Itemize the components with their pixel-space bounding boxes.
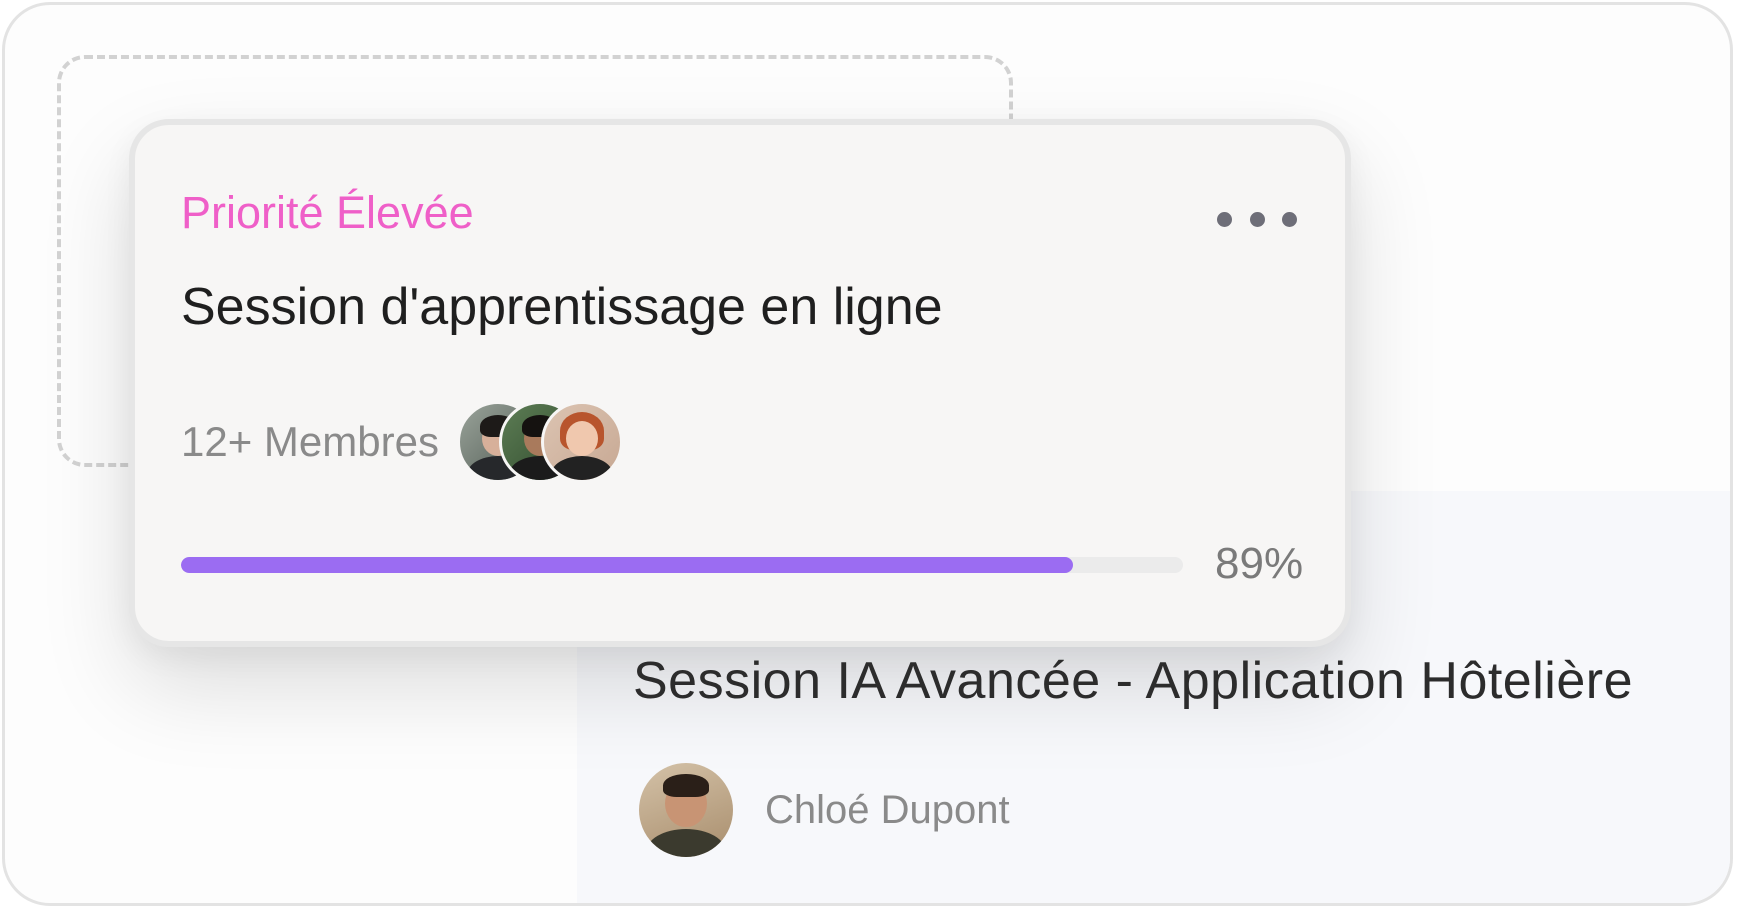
members-row: 12+ Membres bbox=[181, 401, 623, 483]
canvas-frame: Priorité Élevée Session d'apprentissage … bbox=[2, 2, 1733, 906]
presenter-row: Chloé Dupont bbox=[639, 763, 1010, 857]
priority-label: Priorité Élevée bbox=[181, 187, 474, 238]
card-title: Session d'apprentissage en ligne bbox=[181, 278, 943, 336]
presenter-name: Chloé Dupont bbox=[765, 787, 1010, 832]
more-options-button[interactable] bbox=[1217, 207, 1297, 231]
progress-bar-fill bbox=[181, 557, 1073, 573]
presenter-avatar[interactable] bbox=[639, 763, 733, 857]
more-horizontal-icon bbox=[1217, 211, 1232, 227]
progress-percentage: 89% bbox=[1215, 539, 1304, 588]
member-avatar[interactable] bbox=[540, 401, 623, 483]
task-card[interactable]: Priorité Élevée Session d'apprentissage … bbox=[129, 119, 1351, 647]
progress-bar bbox=[181, 557, 1183, 573]
session-title: Session IA Avancée - Application Hôteliè… bbox=[633, 652, 1633, 710]
members-count: 12+ Membres bbox=[181, 418, 439, 465]
member-avatar-group[interactable] bbox=[456, 401, 623, 483]
